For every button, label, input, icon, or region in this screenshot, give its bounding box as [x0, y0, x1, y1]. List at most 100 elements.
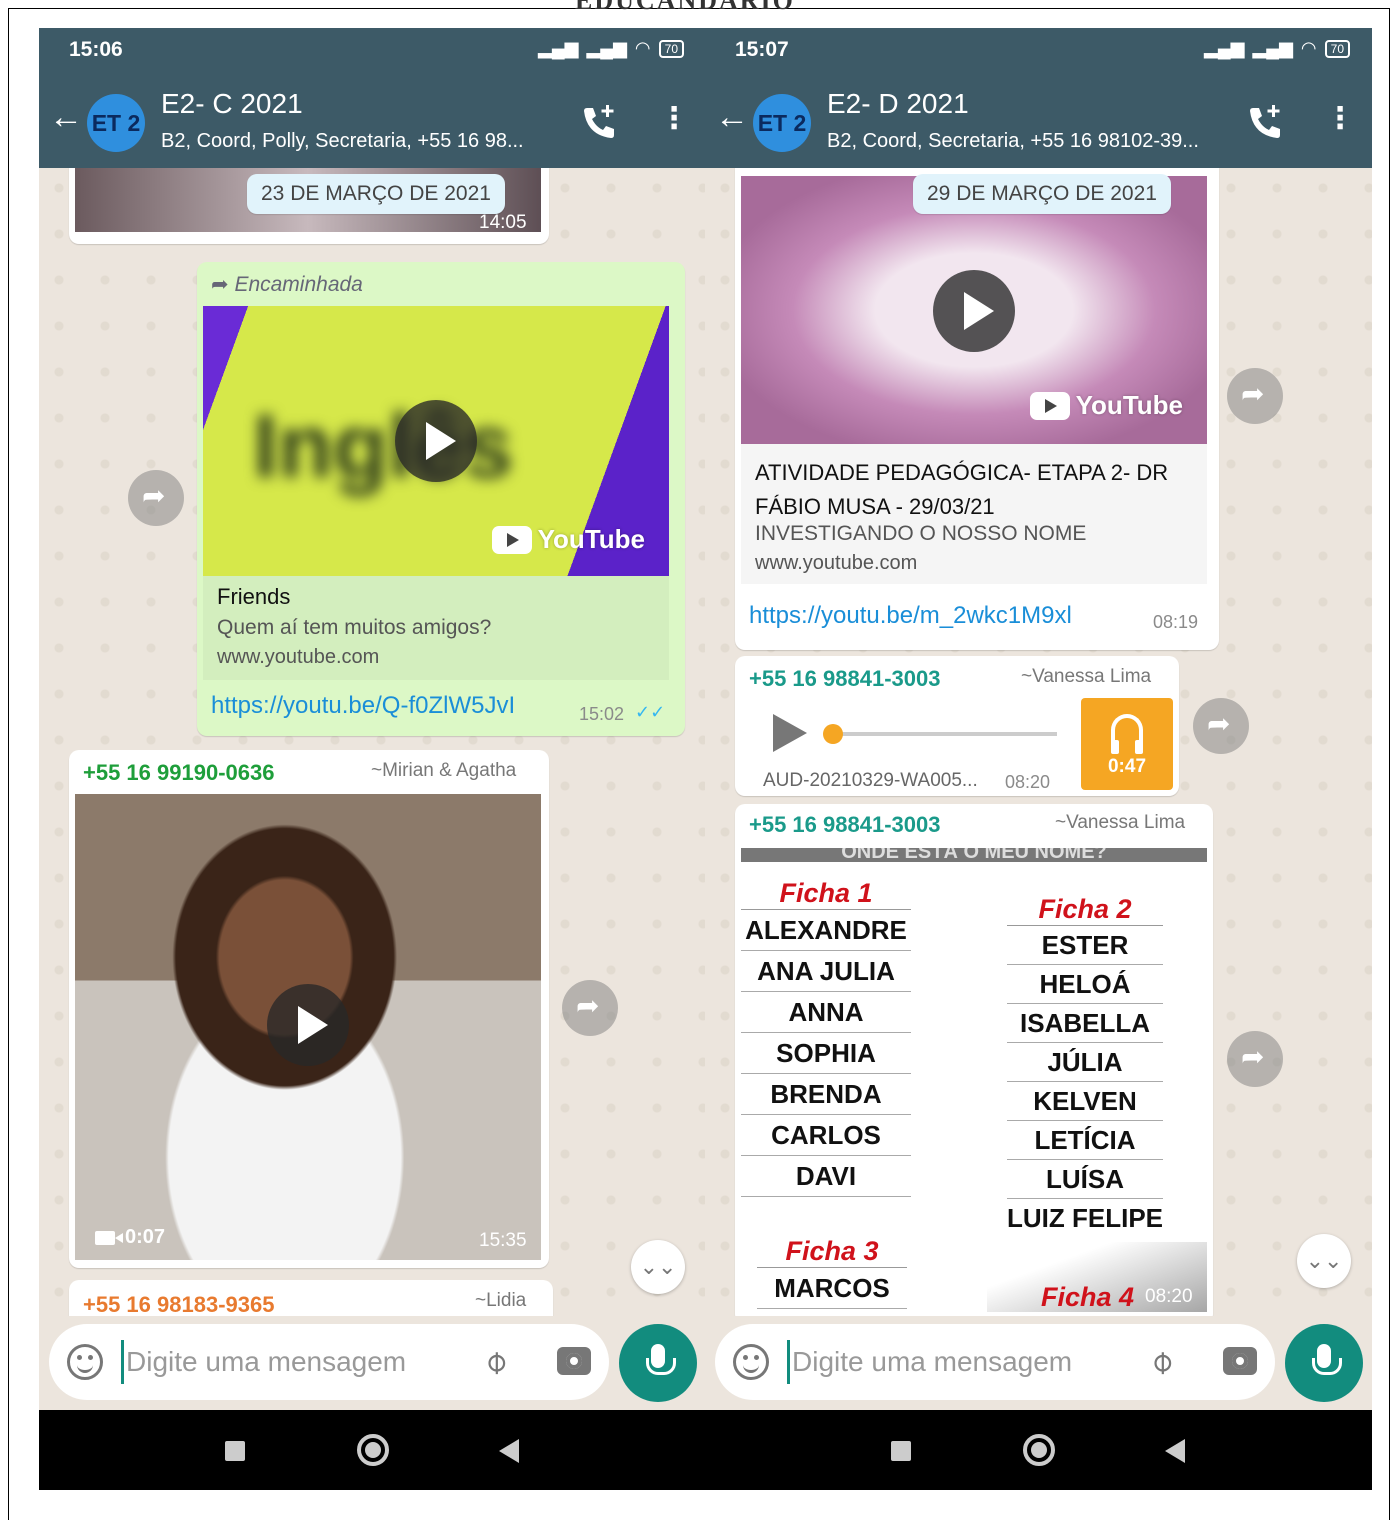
sender-phone[interactable]: +55 16 98841-3003 [749, 812, 940, 838]
image-message[interactable]: +55 16 98841-3003 ~Vanessa Lima ONDE EST… [735, 804, 1213, 1316]
names-worksheet-image[interactable]: ONDE ESTÁ O MEU NOME? Ficha 1 ALEXANDRE … [741, 848, 1207, 1312]
audio-tile: 0:47 [1081, 698, 1173, 790]
youtube-link[interactable]: https://youtu.be/Q-f0ZlW5JvI [211, 692, 515, 720]
play-icon[interactable] [933, 270, 1015, 352]
student-name: ALEXANDRE [741, 910, 911, 951]
preview-description: INVESTIGANDO O NOSSO NOME [755, 522, 1087, 545]
back-arrow-icon[interactable]: ← [715, 100, 749, 134]
message-input[interactable] [787, 1340, 1107, 1384]
preview-title: ATIVIDADE PEDAGÓGICA- ETAPA 2- DR FÁBIO … [755, 460, 1169, 519]
overflow-menu-icon[interactable]: ⋮ [659, 104, 689, 134]
forward-icon[interactable] [128, 470, 184, 526]
forward-icon[interactable] [1227, 368, 1283, 424]
status-time: 15:07 [735, 38, 789, 61]
student-name: ANNA [741, 992, 911, 1033]
mic-button[interactable] [619, 1324, 697, 1402]
scroll-to-bottom-button[interactable]: ⌄⌄ [1297, 1234, 1351, 1288]
chat-header: ← ET 2 E2- D 2021 B2, Coord, Secretaria,… [705, 74, 1372, 168]
chat-participants[interactable]: B2, Coord, Polly, Secretaria, +55 16 98.… [161, 130, 581, 153]
message-time: 08:19 [1153, 612, 1199, 632]
attach-icon[interactable]: ⌀ [474, 1341, 514, 1381]
phone-screen-left: 15:06 ▂▄▆ ▂▄▆ ◠ 70 ← ET 2 E2- C 2021 B2,… [39, 28, 706, 1490]
student-name: SOPHIA [741, 1033, 911, 1074]
youtube-logo: YouTube [1029, 390, 1183, 421]
home-icon[interactable] [357, 1434, 389, 1466]
audio-filename: AUD-20210329-WA005... [763, 770, 978, 791]
message-input[interactable] [121, 1340, 441, 1384]
student-name: LETÍCIA [1007, 1121, 1163, 1160]
group-avatar[interactable]: ET 2 [87, 94, 145, 152]
play-icon[interactable] [395, 400, 477, 482]
back-arrow-icon[interactable]: ← [49, 100, 83, 134]
sender-phone[interactable]: +55 16 98183-9365 [83, 1292, 274, 1316]
phone-screen-right: 15:07 ▂▄▆ ▂▄▆ ◠ 70 ← ET 2 E2- D 2021 B2,… [705, 28, 1372, 1490]
status-icons: ▂▄▆ ▂▄▆ ◠ 70 [1204, 38, 1350, 59]
date-chip: 29 DE MARÇO DE 2021 [913, 174, 1171, 214]
sender-name: ~Mirian & Agatha [371, 760, 517, 781]
mic-button[interactable] [1285, 1324, 1363, 1402]
overflow-menu-icon[interactable]: ⋮ [1325, 104, 1355, 134]
audio-message[interactable]: +55 16 98841-3003 ~Vanessa Lima 0:47 AUD… [735, 656, 1179, 796]
add-call-icon[interactable] [1245, 102, 1285, 142]
student-name: HELOÁ [1007, 965, 1163, 1004]
chat-participants[interactable]: B2, Coord, Secretaria, +55 16 98102-39..… [827, 130, 1247, 153]
sender-name: ~Vanessa Lima [1055, 812, 1186, 833]
video-thumbnail[interactable]: 0:07 15:35 [75, 794, 541, 1260]
video-thumbnail[interactable]: Inglês YouTube [203, 306, 669, 576]
home-icon[interactable] [1023, 1434, 1055, 1466]
date-chip: 23 DE MARÇO DE 2021 [247, 174, 505, 214]
recents-icon[interactable] [225, 1441, 245, 1461]
student-name: LUÍSA [1007, 1160, 1163, 1199]
camera-icon[interactable] [557, 1347, 591, 1375]
forward-icon[interactable] [1193, 698, 1249, 754]
frame-border [8, 8, 9, 1520]
forward-icon[interactable] [1227, 1031, 1283, 1087]
nav-back-icon[interactable] [1165, 1439, 1185, 1463]
chat-title[interactable]: E2- D 2021 [827, 88, 969, 120]
sender-phone[interactable]: +55 16 99190-0636 [83, 760, 274, 786]
sender-name: ~Lidia [475, 1290, 527, 1311]
ficha-3: Ficha 3 MARCOS [757, 1236, 907, 1309]
student-name: MARCOS [757, 1268, 907, 1309]
ficha-title: Ficha 4 [1041, 1282, 1135, 1312]
add-call-icon[interactable] [579, 102, 619, 142]
incoming-message[interactable]: +55 16 98183-9365 ~Lidia [69, 1280, 553, 1316]
student-name: ISABELLA [1007, 1004, 1163, 1043]
audio-play-icon[interactable] [773, 714, 807, 752]
ficha-title: Ficha 2 [1007, 894, 1163, 926]
chat-messages: 14:05 23 DE MARÇO DE 2021 ➦ Encaminhada … [39, 168, 706, 1316]
youtube-link[interactable]: https://youtu.be/m_2wkc1M9xl [749, 602, 1072, 630]
message-time: 15:02 [579, 704, 625, 724]
youtube-message[interactable]: YouTube ATIVIDADE PEDAGÓGICA- ETAPA 2- D… [735, 168, 1219, 650]
video-message[interactable]: +55 16 99190-0636 ~Mirian & Agatha 0:07 … [69, 750, 549, 1268]
forward-icon[interactable] [562, 980, 618, 1036]
student-name: ESTER [1007, 926, 1163, 965]
audio-seek-handle[interactable] [823, 724, 843, 744]
signal-icon: ▂▄▆ [538, 38, 579, 58]
chat-title[interactable]: E2- C 2021 [161, 88, 303, 120]
student-name: LUIZ FELIPE [1007, 1203, 1163, 1233]
emoji-icon[interactable] [67, 1344, 103, 1380]
scroll-to-bottom-button[interactable]: ⌄⌄ [631, 1240, 685, 1294]
nav-back-icon[interactable] [499, 1439, 519, 1463]
status-bar: 15:06 ▂▄▆ ▂▄▆ ◠ 70 [39, 28, 706, 74]
emoji-icon[interactable] [733, 1344, 769, 1380]
attach-icon[interactable]: ⌀ [1140, 1341, 1180, 1381]
message-composer: ⌀ [715, 1324, 1275, 1400]
camera-icon[interactable] [1223, 1347, 1257, 1375]
group-avatar[interactable]: ET 2 [753, 94, 811, 152]
battery-icon: 70 [1324, 39, 1350, 58]
preview-description: Quem aí tem muitos amigos? [217, 616, 492, 639]
wifi-icon: ◠ [1300, 38, 1317, 58]
sender-phone[interactable]: +55 16 98841-3003 [749, 666, 940, 692]
recents-icon[interactable] [891, 1441, 911, 1461]
worksheet-caption: ONDE ESTÁ O MEU NOME? [741, 848, 1207, 862]
video-camera-icon [95, 1230, 123, 1245]
video-thumbnail[interactable]: YouTube [741, 176, 1207, 444]
audio-progress-track[interactable] [833, 732, 1057, 736]
message-time: 14:05 [479, 212, 527, 233]
frame-border [1389, 8, 1390, 1520]
play-icon[interactable] [267, 984, 349, 1066]
forwarded-youtube-message[interactable]: ➦ Encaminhada Inglês YouTube Friends Que… [197, 262, 685, 736]
battery-icon: 70 [658, 39, 684, 58]
